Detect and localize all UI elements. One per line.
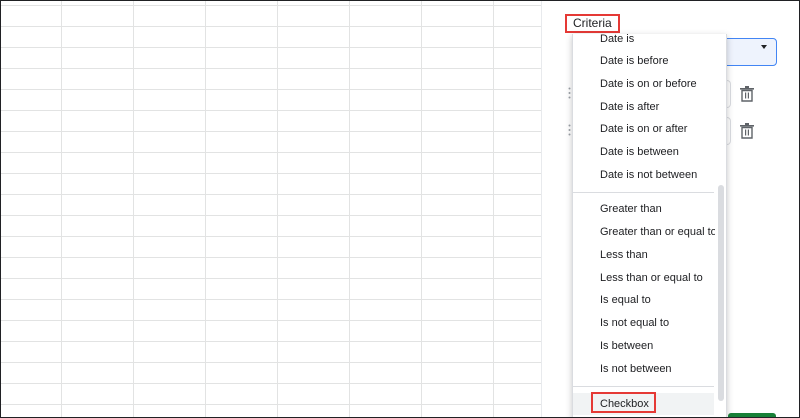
criteria-dropdown-menu: Date is Date is before Date is on or bef… (572, 34, 727, 417)
drag-handle-icon[interactable] (568, 124, 571, 136)
menu-divider (573, 386, 714, 387)
menu-item-date-is-on-or-after[interactable]: Date is on or after (573, 118, 714, 140)
menu-item-greater-than-or-equal-to[interactable]: Greater than or equal to (573, 221, 717, 243)
menu-divider (573, 192, 714, 193)
menu-item-date-is-not-between[interactable]: Date is not between (573, 164, 714, 186)
done-button[interactable] (728, 413, 776, 417)
menu-item-is-equal-to[interactable]: Is equal to (573, 289, 714, 311)
trash-icon[interactable] (740, 123, 754, 139)
menu-item-date-is-on-or-before[interactable]: Date is on or before (573, 73, 714, 95)
menu-scrollbar-thumb[interactable] (718, 185, 724, 401)
spreadsheet-grid[interactable] (1, 1, 541, 417)
drag-handle-icon[interactable] (568, 87, 571, 99)
menu-item-less-than[interactable]: Less than (573, 244, 714, 266)
menu-item-is-not-equal-to[interactable]: Is not equal to (573, 312, 714, 334)
criteria-label: Criteria (565, 14, 620, 33)
trash-icon[interactable] (740, 86, 754, 102)
caret-down-icon (761, 45, 767, 49)
menu-item-date-is-after[interactable]: Date is after (573, 96, 714, 118)
menu-item-greater-than[interactable]: Greater than (573, 198, 714, 220)
menu-item-date-is[interactable]: Date is (573, 34, 714, 50)
menu-item-date-is-before[interactable]: Date is before (573, 50, 714, 72)
menu-item-less-than-or-equal-to[interactable]: Less than or equal to (573, 267, 714, 289)
screenshot-frame: Criteria Date is Date is before Date is … (0, 0, 800, 418)
menu-item-date-is-between[interactable]: Date is between (573, 141, 714, 163)
menu-item-is-between[interactable]: Is between (573, 335, 714, 357)
menu-item-is-not-between[interactable]: Is not between (573, 358, 714, 380)
checkbox-highlight-box (591, 392, 656, 413)
